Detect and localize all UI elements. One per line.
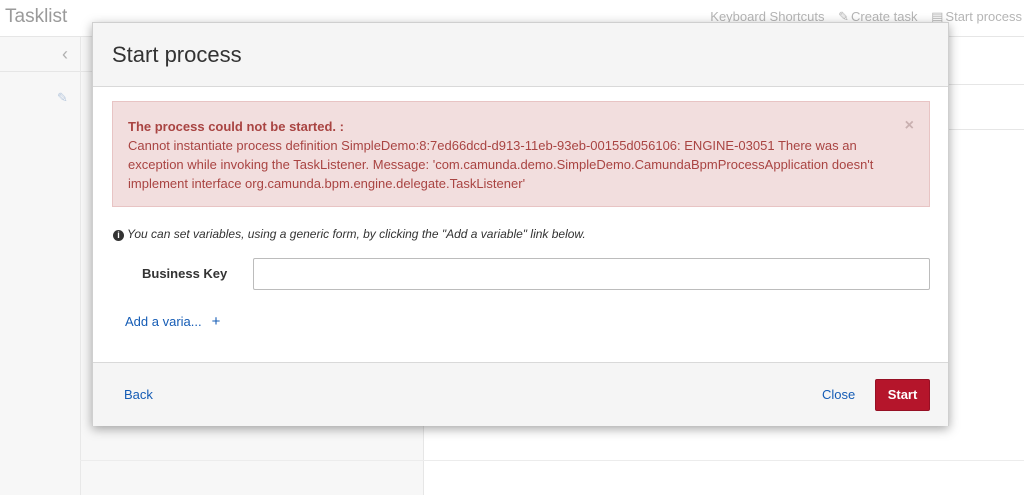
variables-hint: i You can set variables, using a generic … [113,227,586,241]
close-button[interactable]: Close [822,387,855,402]
app-title: Tasklist [5,6,68,27]
add-variable-label: Add a varia... [125,314,202,329]
business-key-input[interactable] [253,258,930,290]
divider [80,460,1024,461]
dialog-footer: Back Close Start [93,362,948,426]
start-process-dialog: Start process × The process could not be… [92,22,949,426]
dialog-header: Start process [93,23,948,87]
back-button[interactable]: Back [124,387,153,402]
start-button[interactable]: Start [875,379,930,411]
alert-title: The process could not be started. : [128,119,344,134]
edit-icon[interactable]: ✎ [57,90,68,106]
info-icon: i [113,230,124,241]
chevron-left-icon[interactable]: ‹ [62,44,68,65]
filters-column [0,37,81,495]
error-alert: × The process could not be started. : Ca… [112,101,930,207]
plus-icon: + [211,313,221,330]
alert-message: Cannot instantiate process definition Si… [128,138,874,191]
dialog-title: Start process [112,42,242,67]
hint-text: You can set variables, using a generic f… [127,227,586,241]
close-icon[interactable]: × [905,116,914,135]
add-variable-link[interactable]: Add a varia... + [125,313,220,330]
business-key-label: Business Key [142,266,228,281]
start-process-link[interactable]: Start process [945,9,1022,24]
filters-header [0,37,80,72]
